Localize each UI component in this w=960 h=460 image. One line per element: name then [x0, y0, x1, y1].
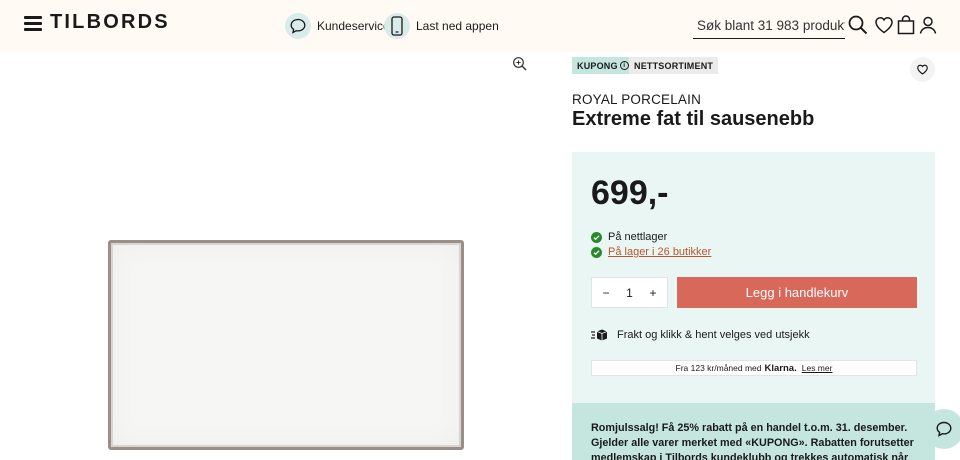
promo-banner: Romjulssalg! Få 25% rabatt på en handel …: [572, 403, 935, 460]
zoom-icon[interactable]: [512, 56, 528, 72]
search-field: [693, 12, 845, 39]
customer-service-link[interactable]: Kundeservice: [285, 12, 390, 40]
chat-bubble-icon: [936, 421, 952, 437]
product-image[interactable]: [108, 240, 464, 450]
check-icon: [591, 246, 602, 258]
add-to-cart-button[interactable]: Legg i handlekurv: [677, 277, 917, 308]
klarna-read-more-link[interactable]: Les mer: [802, 363, 833, 373]
product-brand[interactable]: ROYAL PORCELAIN: [572, 92, 701, 107]
check-icon: [591, 231, 602, 243]
nettsortiment-badge-label: NETTSORTIMENT: [634, 60, 714, 71]
product-title: Extreme fat til sausenebb: [572, 108, 815, 130]
stock-online-label: På nettlager: [608, 231, 668, 243]
stock-stores: På lager i 26 butikker: [591, 245, 711, 259]
stock-online: På nettlager: [591, 230, 667, 244]
nettsortiment-badge: NETTSORTIMENT: [629, 57, 719, 74]
quantity-increase-button[interactable]: +: [647, 286, 659, 300]
stock-stores-link[interactable]: På lager i 26 butikker: [608, 246, 711, 258]
heart-icon: [917, 64, 928, 75]
shipping-text: Frakt og klikk & hent velges ved utsjekk: [617, 329, 810, 341]
klarna-banner: Fra 123 kr/måned med Klarna. Les mer: [591, 360, 917, 376]
chat-button[interactable]: [924, 409, 960, 449]
download-app-label: Last ned appen: [416, 19, 499, 33]
shipping-info: Frakt og klikk & hent velges ved utsjekk: [591, 327, 810, 343]
heart-icon[interactable]: [873, 14, 895, 36]
chat-bubble-icon: [285, 13, 311, 39]
quantity-stepper: − 1 +: [591, 277, 668, 308]
site-logo[interactable]: TILBORDS: [50, 11, 170, 34]
site-header: TILBORDS Kundeservice Last ned appen: [0, 0, 960, 52]
user-icon[interactable]: [917, 14, 939, 36]
quantity-value[interactable]: 1: [626, 286, 633, 300]
promo-text: Romjulssalg! Få 25% rabatt på en handel …: [591, 422, 914, 460]
quantity-decrease-button[interactable]: −: [600, 286, 612, 300]
favorite-button[interactable]: [910, 57, 935, 82]
info-icon[interactable]: i: [619, 61, 629, 70]
kupong-badge[interactable]: KUPONG i: [572, 57, 634, 74]
klarna-prefix: Fra 123 kr/måned med: [675, 363, 762, 373]
download-app-link[interactable]: Last ned appen: [384, 12, 499, 40]
product-price: 699,-: [591, 174, 669, 212]
customer-service-label: Kundeservice: [317, 19, 390, 33]
menu-icon[interactable]: [24, 16, 42, 31]
search-icon[interactable]: [847, 14, 869, 36]
bag-icon[interactable]: [895, 14, 917, 36]
truck-icon: [591, 329, 608, 341]
phone-icon: [384, 13, 410, 39]
kupong-badge-label: KUPONG: [577, 60, 618, 71]
search-input[interactable]: [693, 12, 845, 38]
klarna-logo: Klarna.: [764, 362, 797, 374]
